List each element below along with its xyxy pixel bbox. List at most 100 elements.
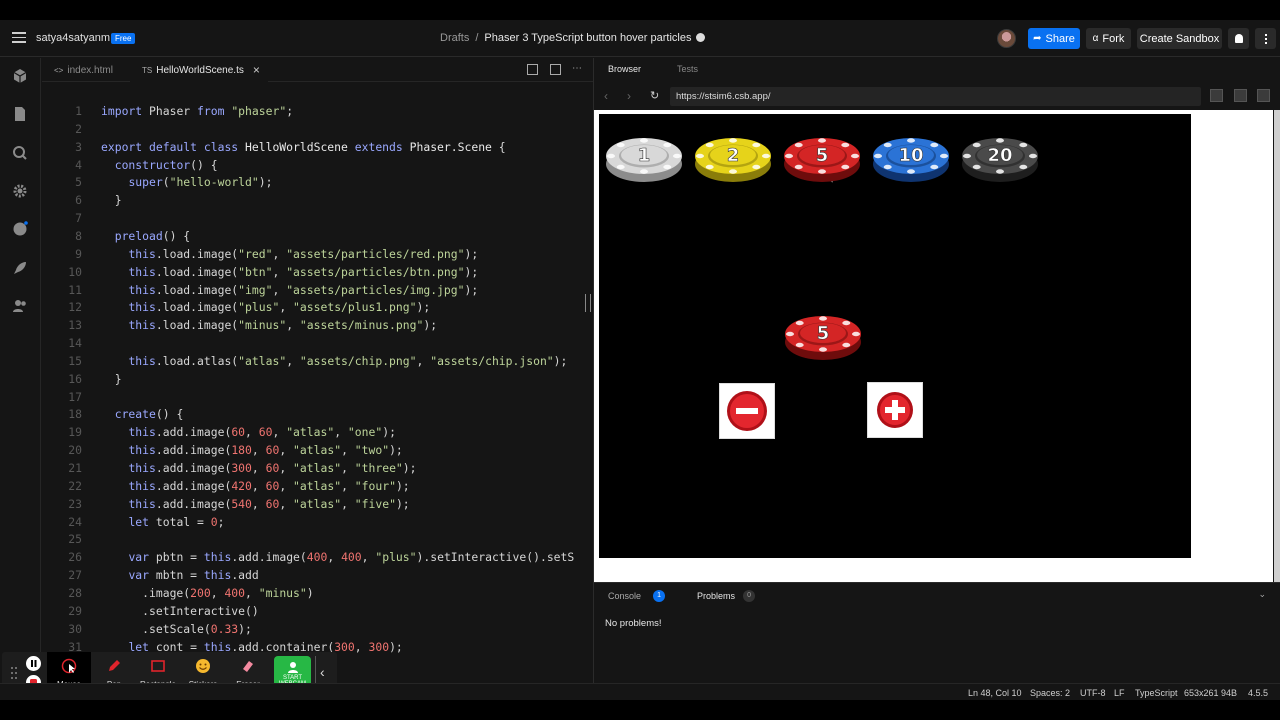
tab-helloworldscene-ts[interactable]: TS HelloWorldScene.ts × xyxy=(130,58,268,82)
language-mode[interactable]: TypeScript xyxy=(1135,688,1178,698)
hamburger-menu-icon[interactable] xyxy=(12,32,26,44)
code-line[interactable]: 17 xyxy=(42,388,593,406)
code-line[interactable]: 29 .setInteractive() xyxy=(42,602,593,620)
center-chip[interactable]: 5 xyxy=(783,310,863,362)
line-number: 1 xyxy=(75,104,82,118)
code-line[interactable]: 6 } xyxy=(42,191,593,209)
code-line[interactable]: 4 constructor() { xyxy=(42,156,593,174)
cube-icon[interactable] xyxy=(12,68,28,84)
code-line[interactable]: 7 xyxy=(42,209,593,227)
cursor-position[interactable]: Ln 48, Col 10 xyxy=(968,688,1022,698)
code-line[interactable]: 22 this.add.image(420, 60, "atlas", "fou… xyxy=(42,477,593,495)
plus-button[interactable] xyxy=(867,382,923,438)
code-line[interactable]: 21 this.add.image(300, 60, "atlas", "thr… xyxy=(42,459,593,477)
chip-1[interactable]: 1 xyxy=(604,132,684,184)
code-line[interactable]: 9 this.load.image("red", "assets/particl… xyxy=(42,245,593,263)
code-line[interactable]: 25 xyxy=(42,530,593,548)
github-icon[interactable] xyxy=(12,221,28,237)
line-ending[interactable]: LF xyxy=(1114,688,1125,698)
share-button[interactable]: ➦ Share xyxy=(1028,28,1080,49)
code-line[interactable]: 19 this.add.image(60, 60, "atlas", "one"… xyxy=(42,423,593,441)
close-tab-icon[interactable]: × xyxy=(253,63,260,77)
devtools-icon[interactable] xyxy=(1210,89,1223,102)
code-text: constructor() { xyxy=(114,157,218,172)
code-line[interactable]: 12 this.load.image("plus", "assets/plus1… xyxy=(42,298,593,316)
more-horizontal-icon[interactable]: ⋯ xyxy=(572,63,582,74)
code-line[interactable]: 23 this.add.image(540, 60, "atlas", "fiv… xyxy=(42,495,593,513)
code-line[interactable]: 10 this.load.image("btn", "assets/partic… xyxy=(42,263,593,281)
preview-scrollbar[interactable] xyxy=(1274,110,1280,582)
username[interactable]: satya4satyanm xyxy=(36,32,110,44)
resize-handle[interactable] xyxy=(585,294,591,312)
code-line[interactable]: 15 this.load.atlas("atlas", "assets/chip… xyxy=(42,352,593,370)
url-field[interactable]: https://stsim6.csb.app/ xyxy=(670,87,1201,106)
line-number: 4 xyxy=(75,157,82,172)
tab-console[interactable]: Console 1 xyxy=(608,590,666,602)
code-line[interactable]: 5 super("hello-world"); xyxy=(42,173,593,191)
code-line[interactable]: 18 create() { xyxy=(42,405,593,423)
line-number: 5 xyxy=(75,175,82,190)
line-number: 16 xyxy=(68,371,82,386)
code-line[interactable]: 16 } xyxy=(42,370,593,388)
code-line[interactable]: 26 var pbtn = this.add.image(400, 400, "… xyxy=(42,548,593,566)
code-text: this.load.atlas("atlas", "assets/chip.pn… xyxy=(128,353,568,368)
tab-tests[interactable]: Tests xyxy=(677,64,698,74)
file-icon[interactable] xyxy=(12,106,28,122)
line-number: 9 xyxy=(75,246,82,261)
notifications-button[interactable] xyxy=(1228,28,1249,49)
line-number: 21 xyxy=(68,461,82,475)
code-line[interactable]: 30 .setScale(0.33); xyxy=(42,620,593,638)
forward-icon[interactable]: › xyxy=(627,89,631,103)
tab-browser[interactable]: Browser xyxy=(608,64,641,74)
code-line[interactable]: 27 var mbtn = this.add xyxy=(42,566,593,584)
code-line[interactable]: 14 xyxy=(42,334,593,352)
split-view-icon[interactable] xyxy=(527,64,538,75)
line-number: 25 xyxy=(68,532,82,547)
mouse-icon xyxy=(61,658,77,674)
users-icon[interactable] xyxy=(12,298,28,314)
encoding[interactable]: UTF-8 xyxy=(1080,688,1106,698)
gear-icon[interactable] xyxy=(12,183,28,199)
avatar[interactable] xyxy=(997,29,1016,48)
more-menu-button[interactable] xyxy=(1255,28,1276,49)
code-text: } xyxy=(101,193,122,208)
fullscreen-icon[interactable] xyxy=(1257,89,1270,102)
code-content[interactable]: 1 import Phaser from "phaser"; 2 3 export de… xyxy=(42,102,593,677)
drag-handle-icon[interactable] xyxy=(10,666,18,680)
sandbox-title[interactable]: Phaser 3 TypeScript button hover particl… xyxy=(484,32,691,44)
pause-button[interactable] xyxy=(26,656,41,671)
share-icon: ➦ xyxy=(1033,33,1042,44)
code-line[interactable]: 28 .image(200, 400, "minus") xyxy=(42,584,593,602)
phaser-game-canvas[interactable]: 5 1 2 5 10 20 xyxy=(599,114,1191,558)
code-line[interactable]: 20 this.add.image(180, 60, "atlas", "two… xyxy=(42,441,593,459)
chip-10[interactable]: 10 xyxy=(871,132,951,184)
minus-button[interactable] xyxy=(719,383,775,439)
create-sandbox-button[interactable]: Create Sandbox xyxy=(1137,28,1222,49)
back-icon[interactable]: ‹ xyxy=(604,89,608,103)
breadcrumb-drafts[interactable]: Drafts xyxy=(440,32,469,44)
code-line[interactable]: 24 let total = 0; xyxy=(42,513,593,531)
preview-toggle-icon[interactable] xyxy=(550,64,561,75)
open-new-window-icon[interactable] xyxy=(1234,89,1247,102)
chip-5[interactable]: 5 xyxy=(782,132,862,184)
fork-button[interactable]: α Fork xyxy=(1086,28,1131,49)
code-line[interactable]: 13 this.load.image("minus", "assets/minu… xyxy=(42,316,593,334)
globe-icon xyxy=(696,33,706,42)
collapse-toolbar-icon[interactable]: ‹ xyxy=(320,664,325,680)
search-icon[interactable] xyxy=(12,145,28,161)
rocket-icon[interactable] xyxy=(12,260,28,276)
code-line[interactable]: 1 import Phaser from "phaser"; xyxy=(42,102,593,120)
code-line[interactable]: 2 xyxy=(42,120,593,138)
chip-2[interactable]: 2 xyxy=(693,132,773,184)
tab-index-html[interactable]: <> index.html xyxy=(54,58,113,82)
code-line[interactable]: 8 preload() { xyxy=(42,227,593,245)
chip-20[interactable]: 20 xyxy=(960,132,1040,184)
chevron-down-icon[interactable]: ⌄ xyxy=(1258,589,1266,600)
refresh-icon[interactable]: ↻ xyxy=(650,89,659,102)
code-editor: <> index.html TS HelloWorldScene.ts × ⋯ … xyxy=(42,58,593,683)
code-text: this.load.image("plus", "assets/plus1.pn… xyxy=(128,300,431,315)
tab-problems[interactable]: Problems 0 xyxy=(697,590,756,602)
code-line[interactable]: 3 export default class HelloWorldScene ex… xyxy=(42,138,593,156)
indent-setting[interactable]: Spaces: 2 xyxy=(1030,688,1070,698)
code-line[interactable]: 11 this.load.image("img", "assets/partic… xyxy=(42,281,593,299)
